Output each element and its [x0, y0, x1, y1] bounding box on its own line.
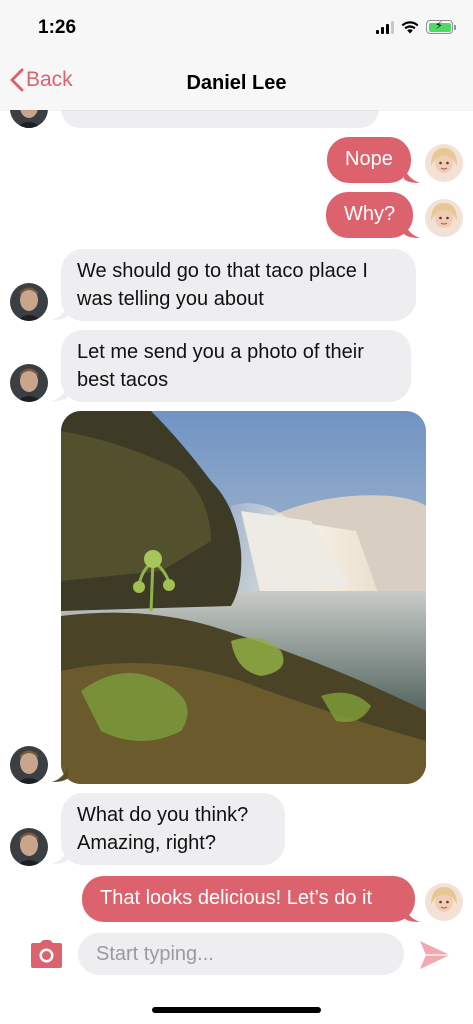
avatar-me: [425, 883, 463, 921]
contact-name-title: Daniel Lee: [186, 72, 287, 94]
message-text-line: Amazing, right?: [77, 832, 216, 854]
message-bubble-incoming[interactable]: What do you think? Amazing, right?: [61, 793, 285, 865]
message-input[interactable]: [78, 933, 404, 975]
avatar-daniel: [10, 746, 48, 784]
waterfall-photo-image: [61, 411, 426, 784]
message-bubble-outgoing[interactable]: Why?: [326, 192, 414, 238]
message-text-line: was telling you about: [77, 288, 264, 310]
message-bubble-outgoing[interactable]: Nope: [327, 137, 411, 183]
message-text-line: We should go to that taco place I: [77, 260, 368, 282]
avatar-me: [425, 144, 463, 182]
cellular-signal-icon: [376, 20, 394, 34]
bubble-tail: [52, 766, 68, 782]
bubble-tail: [404, 167, 420, 183]
wifi-icon: [401, 21, 419, 34]
status-time: 1:26: [38, 17, 77, 38]
bubble-tail: [52, 385, 68, 401]
photo-message-waterfall[interactable]: [61, 411, 426, 784]
bubble-tail: [404, 222, 420, 238]
message-bubble-incoming[interactable]: Let me send you a photo of their best ta…: [61, 330, 411, 402]
avatar-me: [425, 199, 463, 237]
message-bubble-outgoing[interactable]: That looks delicious! Let’s do it: [82, 876, 415, 922]
message-composer: [0, 925, 473, 985]
status-bar: 1:26 ⚡: [0, 0, 473, 56]
message-text-line: best tacos: [77, 369, 169, 391]
message-text-line: What do you think?: [77, 804, 249, 826]
battery-icon: ⚡: [426, 20, 456, 34]
message-bubble-incoming[interactable]: We should go to that taco place I was te…: [61, 249, 416, 321]
bubble-tail: [52, 304, 68, 320]
bubble-tail: [404, 906, 420, 922]
bubble-tail: [52, 848, 68, 864]
home-indicator: [152, 1007, 321, 1013]
status-icons: ⚡: [376, 20, 456, 34]
message-text-line: Let me send you a photo of their: [77, 341, 364, 363]
send-icon[interactable]: [418, 939, 452, 971]
avatar-daniel: [10, 283, 48, 321]
avatar-daniel: [10, 828, 48, 866]
avatar-daniel: [10, 364, 48, 402]
message-text: Why?: [344, 203, 396, 225]
message-text: Nope: [345, 148, 393, 170]
navigation-bar: Back Daniel Lee: [0, 56, 473, 110]
message-text: That looks delicious! Let’s do it: [100, 887, 373, 909]
camera-icon[interactable]: [30, 939, 63, 969]
